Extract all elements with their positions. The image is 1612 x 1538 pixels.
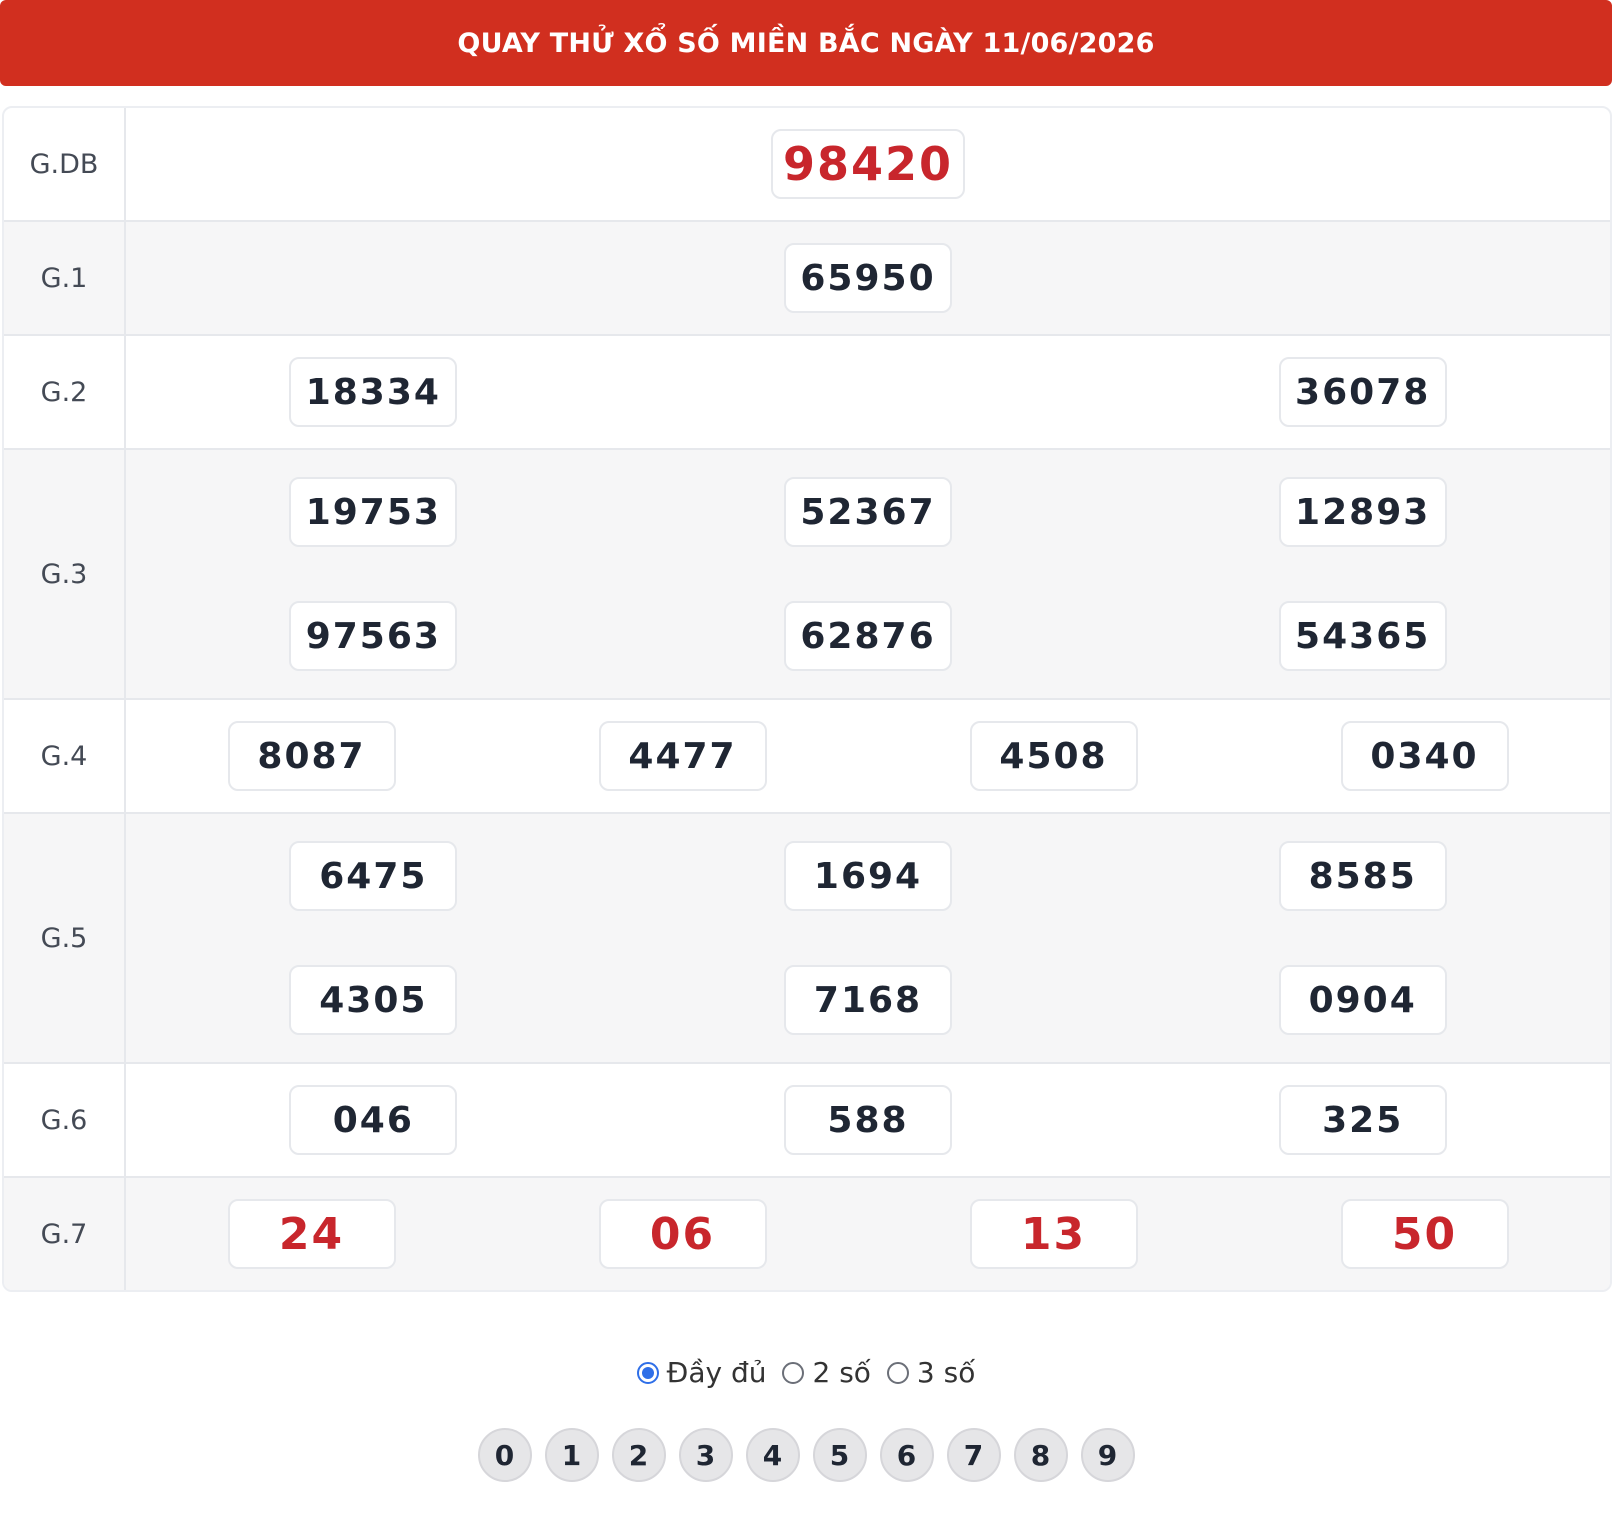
prize-row-g7: G.7 24 06 13 50 [4, 1178, 1610, 1290]
prize-number: 19753 [289, 477, 458, 547]
prize-number: 24 [227, 1199, 396, 1269]
digit-filter-8[interactable]: 8 [1013, 1428, 1068, 1482]
prize-number: 1694 [784, 841, 952, 911]
digit-filter-7[interactable]: 7 [946, 1428, 1001, 1482]
digit-filter-0[interactable]: 0 [477, 1428, 532, 1482]
prize-number: 325 [1278, 1085, 1447, 1155]
radio-icon[interactable] [782, 1361, 805, 1384]
prize-number: 18334 [289, 357, 458, 427]
option-2-digits[interactable]: 2 số [782, 1356, 871, 1389]
prize-label: G.5 [4, 814, 126, 1062]
digit-filter-2[interactable]: 2 [611, 1428, 666, 1482]
option-label: Đầy đủ [666, 1356, 767, 1389]
prize-label: G.4 [4, 700, 126, 812]
prize-row-g2: G.2 18334 36078 [4, 336, 1610, 450]
prize-row-g6: G.6 046 588 325 [4, 1064, 1610, 1178]
prize-row-g3: G.3 19753 52367 12893 97563 62876 54365 [4, 450, 1610, 700]
page-title: QUAY THỬ XỔ SỐ MIỀN BẮC NGÀY 11/06/2026 [0, 0, 1612, 86]
option-full[interactable]: Đầy đủ [636, 1356, 767, 1389]
option-label: 2 số [812, 1356, 871, 1389]
digit-filter-1[interactable]: 1 [544, 1428, 599, 1482]
prize-number: 046 [289, 1085, 458, 1155]
prize-row-g5: G.5 6475 1694 8585 4305 7168 0904 [4, 814, 1610, 1064]
prize-label: G.7 [4, 1178, 126, 1290]
display-mode-options: Đầy đủ 2 số 3 số [0, 1356, 1612, 1389]
prize-number: 4305 [289, 965, 458, 1035]
prize-number: 8585 [1278, 841, 1447, 911]
prize-number: 12893 [1278, 477, 1447, 547]
prize-row-g1: G.1 65950 [4, 222, 1610, 336]
prize-label: G.1 [4, 222, 126, 334]
option-3-digits[interactable]: 3 số [886, 1356, 976, 1389]
radio-icon[interactable] [886, 1361, 909, 1384]
prize-label: G.2 [4, 336, 126, 448]
prize-number: 06 [598, 1199, 767, 1269]
digit-filter-5[interactable]: 5 [812, 1428, 867, 1482]
prize-label: G.DB [4, 108, 126, 220]
prize-number: 0904 [1278, 965, 1447, 1035]
digit-filter-4[interactable]: 4 [745, 1428, 800, 1482]
prize-number: 36078 [1278, 357, 1447, 427]
prize-number: 98420 [771, 129, 965, 199]
results-table: G.DB 98420 G.1 65950 G.2 18334 36078 G.3 [2, 106, 1612, 1292]
prize-number: 52367 [784, 477, 952, 547]
digit-filter-bar: 0 1 2 3 4 5 6 7 8 9 [0, 1428, 1612, 1482]
prize-number: 588 [784, 1085, 952, 1155]
digit-filter-3[interactable]: 3 [678, 1428, 733, 1482]
prize-row-gdb: G.DB 98420 [4, 108, 1610, 222]
prize-number: 62876 [784, 601, 952, 671]
prize-number: 54365 [1278, 601, 1447, 671]
prize-number: 97563 [289, 601, 458, 671]
prize-number: 4508 [969, 721, 1138, 791]
prize-number: 0340 [1340, 721, 1509, 791]
radio-selected-icon[interactable] [636, 1361, 659, 1384]
prize-number: 50 [1340, 1199, 1509, 1269]
prize-number: 13 [969, 1199, 1138, 1269]
prize-number: 8087 [227, 721, 396, 791]
digit-filter-6[interactable]: 6 [879, 1428, 934, 1482]
digit-filter-9[interactable]: 9 [1080, 1428, 1135, 1482]
prize-label: G.3 [4, 450, 126, 698]
prize-label: G.6 [4, 1064, 126, 1176]
prize-number: 6475 [289, 841, 458, 911]
prize-number: 4477 [598, 721, 767, 791]
prize-number: 65950 [784, 243, 952, 313]
option-label: 3 số [916, 1356, 976, 1389]
prize-row-g4: G.4 8087 4477 4508 0340 [4, 700, 1610, 814]
prize-number: 7168 [784, 965, 952, 1035]
